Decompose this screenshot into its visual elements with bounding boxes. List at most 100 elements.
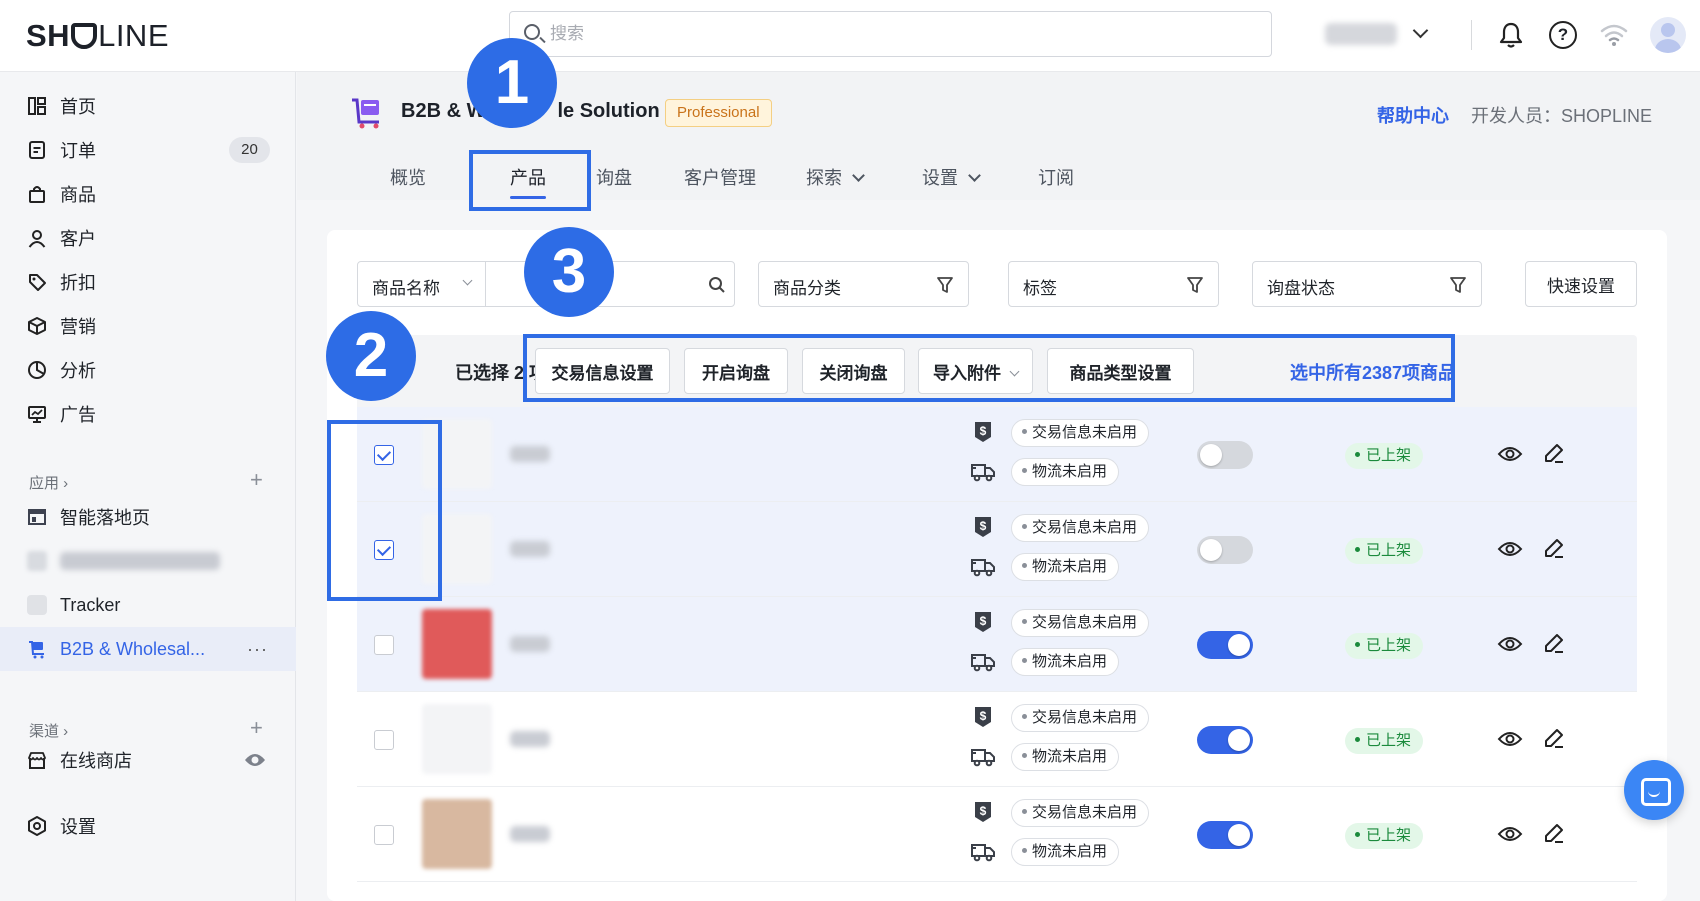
row-checkbox[interactable] — [374, 540, 394, 560]
add-app-plus-icon[interactable]: + — [250, 467, 263, 493]
disable-inquiry-button[interactable]: 关闭询盘 — [802, 348, 905, 394]
table-row[interactable]: $ 交易信息未启用 物流未启用 已上架 — [357, 502, 1637, 597]
eye-icon[interactable] — [1497, 726, 1523, 752]
sidebar-item-home[interactable]: 首页 — [0, 84, 296, 128]
sidebar-item-settings[interactable]: 设置 — [0, 804, 296, 848]
product-name-blurred[interactable] — [510, 826, 550, 842]
row-checkbox[interactable] — [374, 445, 394, 465]
eye-icon[interactable] — [1497, 441, 1523, 467]
tab-customer-management[interactable]: 客户管理 — [684, 164, 756, 190]
bag-icon — [29, 186, 45, 203]
trade-info-settings-button[interactable]: 交易信息设置 — [535, 348, 670, 394]
truck-icon — [971, 749, 995, 767]
tab-inquiries[interactable]: 询盘 — [596, 164, 632, 190]
sidebar-item-orders[interactable]: 订单 20 — [0, 128, 296, 172]
sidebar-app-b2b[interactable]: B2B & Wholesal... ··· — [0, 627, 296, 671]
row-checkbox[interactable] — [374, 730, 394, 750]
search-input[interactable] — [550, 22, 1250, 46]
product-thumbnail — [422, 514, 492, 584]
table-row[interactable]: $ 交易信息未启用 物流未启用 已上架 — [357, 787, 1637, 882]
avatar[interactable] — [1650, 17, 1686, 53]
sidebar-item-products[interactable]: 商品 — [0, 172, 296, 216]
inquiry-toggle[interactable] — [1197, 631, 1253, 659]
svg-text:$: $ — [980, 804, 987, 818]
more-icon[interactable]: ··· — [247, 639, 268, 660]
quick-settings-button[interactable]: 快速设置 — [1525, 261, 1637, 307]
sidebar-app-blurred[interactable] — [0, 539, 296, 583]
tab-products[interactable]: 产品 — [510, 164, 546, 190]
product-name-blurred[interactable] — [510, 446, 550, 462]
tab-settings[interactable]: 设置 — [922, 164, 981, 190]
edit-icon[interactable] — [1542, 631, 1566, 655]
chevron-down-icon — [1009, 366, 1020, 376]
category-filter-label: 商品分类 — [773, 279, 841, 298]
trade-info-status: 交易信息未启用 — [1011, 704, 1150, 732]
sidebar-app-landing-page[interactable]: 智能落地页 — [0, 495, 296, 539]
product-name-blurred[interactable] — [510, 636, 550, 652]
layout-icon — [28, 509, 46, 525]
table-row[interactable]: $ 交易信息未启用 物流未启用 已上架 — [357, 407, 1637, 502]
product-name-blurred[interactable] — [510, 731, 550, 747]
chevron-down-icon — [968, 169, 981, 182]
app-icon — [27, 551, 47, 571]
tab-subscription[interactable]: 订阅 — [1038, 164, 1074, 190]
tab-explore[interactable]: 探索 — [806, 164, 865, 190]
logistics-text: 物流未启用 — [1032, 843, 1108, 860]
product-type-settings-button[interactable]: 商品类型设置 — [1047, 348, 1194, 394]
help-center-link[interactable]: 帮助中心 — [1377, 102, 1449, 128]
edit-icon[interactable] — [1542, 821, 1566, 845]
help-icon[interactable]: ? — [1549, 21, 1577, 49]
blurred-app-name — [60, 552, 220, 570]
eye-icon[interactable] — [1497, 631, 1523, 657]
inquiry-toggle[interactable] — [1197, 726, 1253, 754]
chat-support-button[interactable] — [1624, 760, 1684, 820]
product-name-blurred[interactable] — [510, 541, 550, 557]
edit-icon[interactable] — [1542, 441, 1566, 465]
inquiry-toggle[interactable] — [1197, 441, 1253, 469]
product-thumbnail — [422, 799, 492, 869]
search-field-select[interactable]: 商品名称 — [358, 262, 486, 306]
tab-settings-label: 设置 — [922, 168, 958, 188]
search-icon[interactable] — [708, 276, 726, 294]
eye-icon[interactable] — [244, 751, 266, 769]
shopline-logo[interactable]: SH LINE — [26, 18, 169, 54]
inquiry-toggle[interactable] — [1197, 536, 1253, 564]
tag-filter[interactable]: 标签 — [1008, 261, 1219, 307]
bell-icon[interactable] — [1498, 21, 1524, 49]
truck-icon — [971, 464, 995, 482]
logistics-status: 物流未启用 — [1011, 458, 1120, 486]
bulk-action-bar: 已选择 2 项 交易信息设置 开启询盘 关闭询盘 导入附件 商品类型设置 选中所… — [357, 335, 1637, 407]
truck-icon — [971, 559, 995, 577]
row-checkbox[interactable] — [374, 825, 394, 845]
sidebar-item-ads[interactable]: 广告 — [0, 392, 296, 436]
select-all-products-link[interactable]: 选中所有2387项商品 — [1290, 359, 1456, 385]
status-dot — [1355, 832, 1360, 837]
status-dot — [1022, 524, 1027, 529]
sidebar-item-discounts[interactable]: 折扣 — [0, 260, 296, 304]
row-checkbox[interactable] — [374, 635, 394, 655]
store-switcher-name[interactable] — [1325, 23, 1397, 45]
apps-section-title[interactable]: 应用 › — [29, 472, 68, 493]
inquiry-status-filter[interactable]: 询盘状态 — [1252, 261, 1482, 307]
sidebar-app-tracker[interactable]: Tracker — [0, 583, 296, 627]
sidebar-item-label: 折扣 — [60, 273, 96, 293]
table-row[interactable]: $ 交易信息未启用 物流未启用 已上架 — [357, 692, 1637, 787]
import-attachment-dropdown[interactable]: 导入附件 — [918, 348, 1033, 394]
eye-icon[interactable] — [1497, 536, 1523, 562]
category-filter[interactable]: 商品分类 — [758, 261, 969, 307]
tab-overview[interactable]: 概览 — [390, 164, 426, 190]
sidebar-item-analytics[interactable]: 分析 — [0, 348, 296, 392]
sidebar-channel-online-store[interactable]: 在线商店 — [0, 738, 296, 782]
enable-inquiry-button[interactable]: 开启询盘 — [684, 348, 788, 394]
sidebar-item-marketing[interactable]: 营销 — [0, 304, 296, 348]
chevron-down-icon[interactable] — [1412, 22, 1429, 39]
edit-icon[interactable] — [1542, 726, 1566, 750]
sidebar-item-customers[interactable]: 客户 — [0, 216, 296, 260]
global-search[interactable] — [509, 11, 1272, 57]
status-dot — [1022, 848, 1027, 853]
edit-icon[interactable] — [1542, 536, 1566, 560]
table-row[interactable]: $ 交易信息未启用 物流未启用 已上架 — [357, 597, 1637, 692]
inquiry-toggle[interactable] — [1197, 821, 1253, 849]
logistics-status: 物流未启用 — [1011, 838, 1120, 866]
eye-icon[interactable] — [1497, 821, 1523, 847]
